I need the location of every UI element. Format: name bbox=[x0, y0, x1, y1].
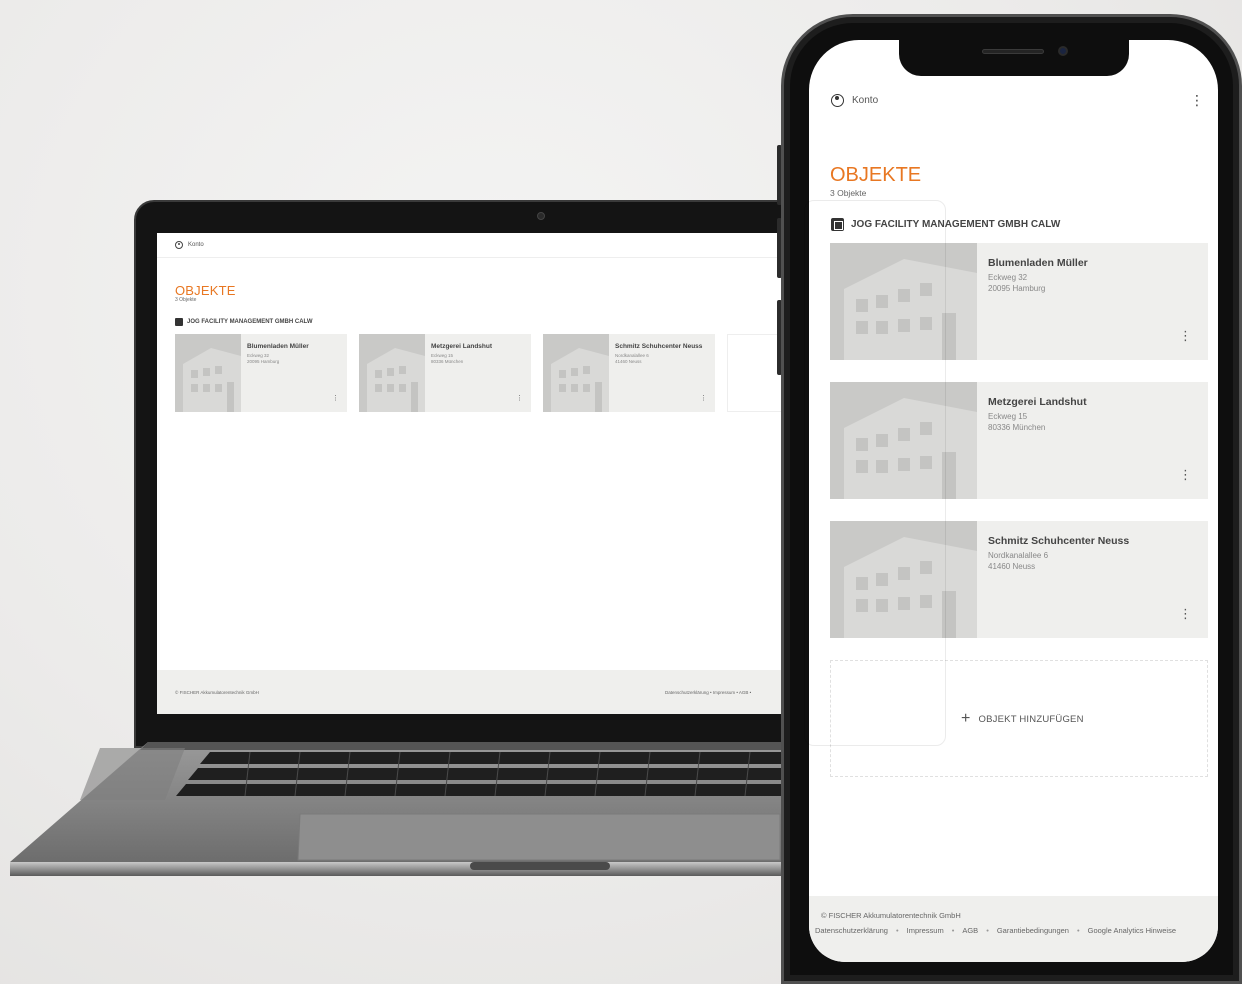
card-name: Schmitz Schuhcenter Neuss bbox=[988, 535, 1130, 547]
card-street: Eckweg 32 bbox=[988, 273, 1028, 282]
kebab-menu-icon[interactable]: ⋮ bbox=[700, 394, 707, 402]
object-card[interactable]: Schmitz Schuhcenter Neuss Nordkanalallee… bbox=[543, 334, 715, 412]
laptop-header: Konto bbox=[157, 233, 797, 258]
footer-link-privacy[interactable]: Datenschutzerklärung bbox=[815, 926, 888, 935]
account-icon bbox=[831, 94, 844, 107]
card-city: 20095 Hamburg bbox=[247, 359, 280, 364]
card-city: 80336 München bbox=[431, 359, 464, 364]
building-image bbox=[830, 243, 977, 360]
company-name: JOG FACILITY MANAGEMENT GMBH CALW bbox=[851, 219, 1061, 230]
footer-link-warranty[interactable]: Garantiebedingungen bbox=[997, 926, 1069, 935]
company-name: JOG FACILITY MANAGEMENT GMBH CALW bbox=[187, 319, 313, 325]
card-street: Nordkanalallee 6 bbox=[615, 353, 649, 358]
separator-dot: • bbox=[986, 926, 989, 935]
front-camera-icon bbox=[1058, 46, 1068, 56]
phone-screen: Konto ⋮ OBJEKTE 3 Objekte JOG FACILITY M… bbox=[809, 40, 1218, 962]
object-card[interactable]: Blumenladen Müller Eckweg 32 20095 Hambu… bbox=[175, 334, 347, 412]
card-name: Metzgerei Landshut bbox=[431, 343, 493, 350]
footer-link-terms[interactable]: AGB bbox=[962, 926, 978, 935]
add-object-card[interactable]: + OBJEKT HINZUFÜGEN bbox=[830, 660, 1208, 777]
object-card[interactable]: Blumenladen Müller Eckweg 32 20095 Hambu… bbox=[830, 243, 1208, 360]
building-image bbox=[175, 334, 241, 412]
add-object-label: OBJEKT HINZUFÜGEN bbox=[978, 713, 1084, 725]
card-name: Blumenladen Müller bbox=[988, 257, 1088, 269]
footer-links: Datenschutzerklärung • Impressum • AGB •… bbox=[815, 926, 1176, 935]
phone-footer: © FISCHER Akkumulatorentechnik GmbH Date… bbox=[809, 896, 1218, 962]
more-menu-icon[interactable]: ⋮ bbox=[1190, 92, 1204, 109]
card-name: Schmitz Schuhcenter Neuss bbox=[615, 343, 703, 350]
add-object-button[interactable]: + OBJEKT HINZUFÜGEN bbox=[961, 711, 1084, 727]
object-card[interactable]: Schmitz Schuhcenter Neuss Nordkanalallee… bbox=[830, 521, 1208, 638]
building-icon bbox=[831, 218, 844, 231]
phone-notch bbox=[899, 40, 1129, 76]
company-heading: JOG FACILITY MANAGEMENT GMBH CALW bbox=[175, 318, 313, 326]
object-card[interactable]: Metzgerei Landshut Eckweg 15 80336 Münch… bbox=[359, 334, 531, 412]
building-image bbox=[359, 334, 425, 412]
kebab-menu-icon[interactable]: ⋮ bbox=[1179, 606, 1192, 622]
footer-links[interactable]: Datenschutzerklärung • Impressum • AGB • bbox=[665, 690, 751, 695]
laptop-screen: Konto OBJEKTE 3 Objekte JOG FACILITY MAN… bbox=[157, 233, 797, 714]
card-street: Eckweg 32 bbox=[247, 353, 270, 358]
object-card[interactable]: Metzgerei Landshut Eckweg 15 80336 Münch… bbox=[830, 382, 1208, 499]
company-heading: JOG FACILITY MANAGEMENT GMBH CALW bbox=[831, 218, 1060, 231]
kebab-menu-icon[interactable]: ⋮ bbox=[1179, 467, 1192, 483]
page-title: OBJEKTE bbox=[830, 164, 922, 186]
card-city: 20095 Hamburg bbox=[988, 284, 1046, 293]
account-label: Konto bbox=[852, 95, 879, 106]
separator-dot: • bbox=[1076, 926, 1080, 935]
laptop-footer: © FISCHER Akkumulatorentechnik GmbH Date… bbox=[157, 670, 797, 714]
kebab-menu-icon[interactable]: ⋮ bbox=[332, 394, 339, 402]
phone-speaker bbox=[982, 49, 1044, 54]
card-name: Metzgerei Landshut bbox=[988, 396, 1087, 408]
separator-dot: • bbox=[895, 926, 899, 935]
card-city: 41460 Neuss bbox=[615, 359, 642, 364]
card-street: Eckweg 15 bbox=[431, 353, 454, 358]
separator-dot: • bbox=[951, 926, 955, 935]
object-count: 3 Objekte bbox=[175, 297, 197, 303]
kebab-menu-icon[interactable]: ⋮ bbox=[1179, 328, 1192, 344]
kebab-menu-icon[interactable]: ⋮ bbox=[516, 394, 523, 402]
page-title: OBJEKTE bbox=[175, 283, 236, 298]
account-label[interactable]: Konto bbox=[188, 242, 204, 248]
building-image bbox=[543, 334, 609, 412]
laptop-base bbox=[0, 742, 900, 892]
footer-link-analytics[interactable]: Google Analytics Hinweise bbox=[1088, 926, 1176, 935]
account-icon[interactable] bbox=[175, 241, 183, 249]
card-name: Blumenladen Müller bbox=[247, 343, 309, 350]
card-city: 41460 Neuss bbox=[988, 562, 1036, 571]
building-icon bbox=[175, 318, 183, 326]
card-street: Eckweg 15 bbox=[988, 412, 1028, 421]
card-city: 80336 München bbox=[988, 423, 1046, 432]
object-count: 3 Objekte bbox=[830, 188, 867, 198]
footer-link-imprint[interactable]: Impressum bbox=[907, 926, 944, 935]
building-image bbox=[830, 382, 977, 499]
footer-copyright: © FISCHER Akkumulatorentechnik GmbH bbox=[821, 911, 961, 920]
laptop-camera bbox=[537, 212, 545, 220]
phone-header: Konto ⋮ bbox=[809, 92, 1218, 112]
footer-copyright: © FISCHER Akkumulatorentechnik GmbH bbox=[175, 690, 259, 695]
plus-icon: + bbox=[961, 710, 971, 727]
card-street: Nordkanalallee 6 bbox=[988, 551, 1049, 560]
account-button[interactable]: Konto bbox=[831, 94, 878, 107]
building-image bbox=[830, 521, 977, 638]
